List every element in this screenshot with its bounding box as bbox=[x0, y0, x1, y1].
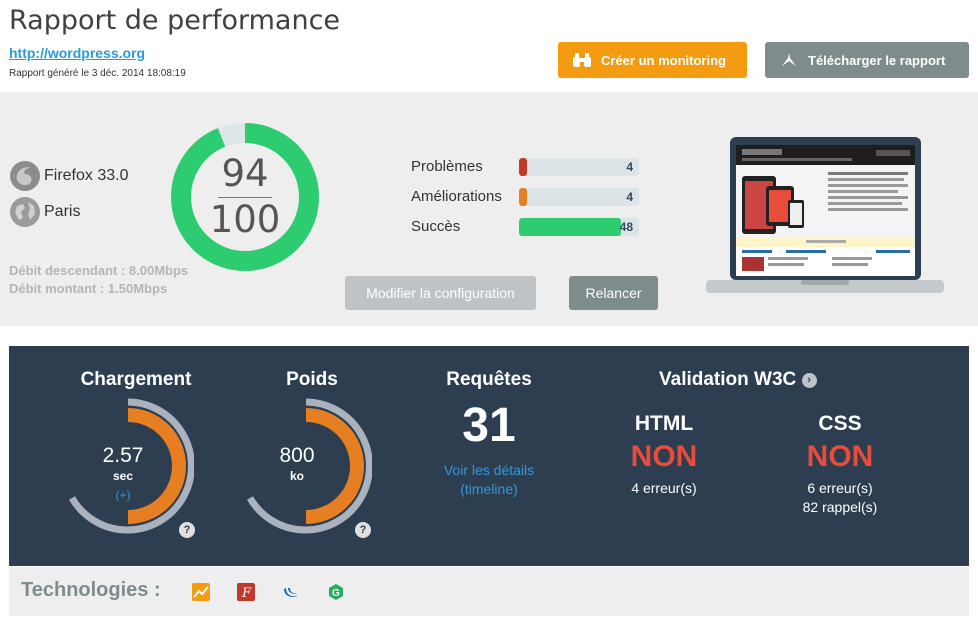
location-info: Paris bbox=[9, 196, 80, 228]
rerun-button[interactable]: Relancer bbox=[569, 276, 658, 310]
load-unit: sec bbox=[112, 469, 134, 483]
arrow-right-icon: › bbox=[801, 373, 817, 388]
binoculars-icon bbox=[572, 52, 592, 68]
css-reminders: 82 rappel(s) bbox=[802, 499, 878, 515]
requests-details-link[interactable]: Voir les détails bbox=[409, 462, 569, 478]
stat-label-problems: Problèmes bbox=[411, 158, 483, 175]
stat-label-success: Succès bbox=[411, 218, 461, 235]
create-monitoring-button[interactable]: Créer un monitoring bbox=[558, 42, 747, 78]
upload-speed: Débit montant : 1.50Mbps bbox=[9, 281, 168, 296]
svg-text:G: G bbox=[332, 588, 340, 599]
globe-icon bbox=[10, 197, 40, 227]
stat-value-problems: 4 bbox=[626, 160, 633, 174]
metrics-panel: Chargement 2.57 sec (+) ? Poids 800 ko ?… bbox=[9, 346, 969, 566]
css-label: CSS bbox=[818, 412, 862, 435]
download-report-label: Télécharger le rapport bbox=[808, 52, 946, 68]
stat-fill-problems bbox=[519, 158, 528, 176]
download-speed: Débit descendant : 8.00Mbps bbox=[9, 263, 189, 278]
technologies-bar: Technologies : F G bbox=[9, 567, 969, 616]
load-title: Chargement bbox=[80, 369, 192, 390]
location-label: Paris bbox=[44, 203, 81, 220]
score-gauge: 94 100 bbox=[170, 122, 320, 272]
generated-date: Rapport généré le 3 déc. 2014 18:08:19 bbox=[9, 68, 186, 79]
stat-value-improvements: 4 bbox=[626, 190, 633, 204]
firefox-icon bbox=[10, 161, 40, 191]
html-errors: 4 erreur(s) bbox=[631, 480, 697, 496]
load-value: 2.57 bbox=[102, 444, 144, 467]
technologies-label: Technologies : bbox=[21, 579, 161, 601]
css-errors: 6 erreur(s) bbox=[807, 480, 873, 496]
modify-config-button[interactable]: Modifier la configuration bbox=[345, 276, 536, 310]
requests-title: Requêtes bbox=[446, 369, 532, 390]
score-max: 100 bbox=[209, 198, 281, 241]
load-more-link[interactable]: (+) bbox=[63, 488, 183, 502]
w3c-title-label: Validation W3C bbox=[659, 369, 797, 390]
weight-title: Poids bbox=[286, 369, 338, 390]
stat-fill-success bbox=[519, 218, 621, 236]
gzip-icon[interactable]: G bbox=[327, 583, 345, 601]
download-report-button[interactable]: Télécharger le rapport bbox=[765, 42, 969, 78]
weight-value: 800 bbox=[279, 444, 315, 467]
requests-timeline-link[interactable]: (timeline) bbox=[409, 481, 569, 497]
create-monitoring-label: Créer un monitoring bbox=[601, 52, 726, 68]
html-label: HTML bbox=[634, 412, 694, 435]
stat-label-improvements: Améliorations bbox=[411, 188, 502, 205]
font-icon[interactable]: F bbox=[237, 583, 255, 601]
w3c-title[interactable]: Validation W3C › bbox=[659, 369, 819, 391]
stat-fill-improvements bbox=[519, 188, 528, 206]
browser-info: Firefox 33.0 bbox=[9, 160, 128, 192]
browser-label: Firefox 33.0 bbox=[44, 167, 129, 184]
html-result: NON bbox=[630, 440, 698, 473]
site-url-link[interactable]: http://wordpress.org bbox=[9, 45, 145, 61]
weight-unit: ko bbox=[289, 469, 304, 483]
load-help-icon[interactable]: ? bbox=[179, 522, 195, 538]
requests-value: 31 bbox=[462, 399, 516, 452]
jquery-icon[interactable] bbox=[282, 583, 300, 601]
stat-bar-improvements: 4 bbox=[519, 188, 639, 206]
css-result: NON bbox=[806, 440, 874, 473]
stat-bar-problems: 4 bbox=[519, 158, 639, 176]
weight-help-icon[interactable]: ? bbox=[355, 522, 371, 538]
score-value: 94 bbox=[221, 152, 269, 195]
pdf-icon bbox=[779, 52, 799, 68]
page-title: Rapport de performance bbox=[9, 5, 341, 36]
svg-text:F: F bbox=[241, 586, 252, 601]
site-screenshot bbox=[706, 136, 944, 296]
report-header: Rapport de performance http://wordpress.… bbox=[0, 0, 978, 92]
stat-value-success: 48 bbox=[619, 220, 633, 234]
stat-bar-success: 48 bbox=[519, 218, 639, 236]
analytics-icon[interactable] bbox=[192, 583, 210, 601]
